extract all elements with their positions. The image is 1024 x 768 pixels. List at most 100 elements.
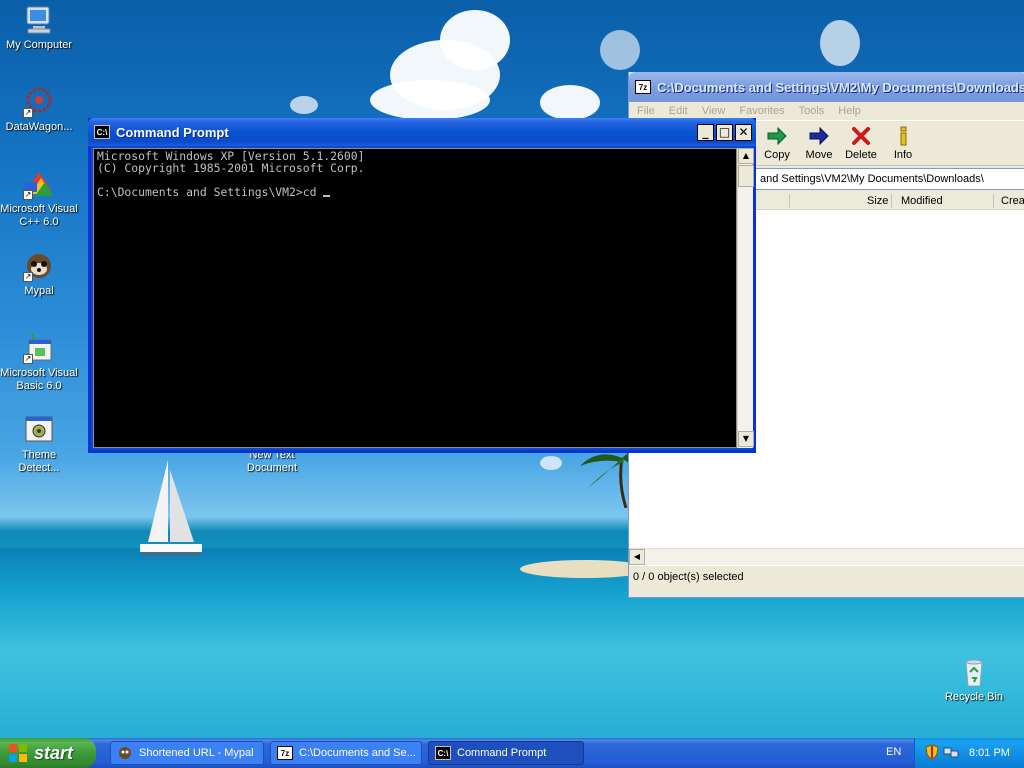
minimize-button[interactable]: _ [697,123,714,141]
computer-icon [23,4,55,36]
column-created[interactable]: Crea [1001,195,1024,207]
cloud [290,96,318,114]
visual-cpp-icon: ↗ [23,168,55,200]
desktop-icon-visual-basic[interactable]: ↗ Microsoft Visual Basic 6.0 [0,332,78,393]
datawagon-icon: ↗ [23,86,55,118]
shortcut-arrow-icon: ↗ [23,190,33,200]
desktop-icon-label: Recycle Bin [944,691,1004,703]
scroll-down-button[interactable]: ▼ [738,431,754,447]
status-bar: 0 / 0 object(s) selected [629,565,1024,587]
column-separator [891,194,892,208]
console-prompt-text: C:\Documents and Settings\VM2>cd [97,185,324,199]
command-prompt-titlebar[interactable]: C:\ Command Prompt _ □ ✕ [88,118,756,146]
text-cursor [323,195,331,197]
language-indicator[interactable]: EN [886,746,901,758]
menu-favorites[interactable]: Favorites [739,105,784,117]
column-modified[interactable]: Modified [901,195,943,207]
menu-file[interactable]: File [637,105,655,117]
desktop-icon-label: Microsoft Visual Basic 6.0 [0,367,78,392]
sevenzip-icon: 7z [635,80,651,94]
mypal-icon: ↗ [23,250,55,282]
scroll-left-button[interactable]: ◀ [629,549,645,565]
console-line: (C) Copyright 1985-2001 Microsoft Corp. [97,161,365,175]
console-line-prompt: C:\Documents and Settings\VM2>cd [97,186,736,198]
system-tray: 8:01 PM [914,738,1024,768]
desktop-icon-label: Mypal [24,285,54,297]
desktop-icon-my-computer[interactable]: My Computer [0,4,78,52]
column-separator [789,194,790,208]
window-controls: _ □ ✕ [697,123,756,141]
cloud [440,10,510,70]
desktop-icon-datawagon[interactable]: ↗ DataWagon... [0,86,78,134]
task-command-prompt[interactable]: C:\ Command Prompt [428,741,584,765]
info-label: Info [893,149,913,161]
task-mypal[interactable]: Shortened URL - Mypal [110,741,264,765]
task-file-manager[interactable]: 7z C:\Documents and Se... [270,741,422,765]
vertical-scrollbar[interactable]: ▲ ▼ [737,148,754,448]
start-label: start [34,742,74,763]
column-separator [993,194,994,208]
scroll-thumb[interactable] [738,165,754,187]
security-shield-icon[interactable] [925,743,939,763]
horizontal-scrollbar[interactable]: ◀ [629,548,1024,565]
info-icon [892,125,914,147]
network-icon[interactable] [943,744,959,763]
theme-detect-icon [23,414,55,446]
scroll-up-button[interactable]: ▲ [738,148,754,164]
desktop-icon-label: Microsoft Visual C++ 6.0 [0,203,78,228]
sevenzip-task-icon: 7z [277,746,293,760]
delete-x-icon [850,125,872,147]
cloud [370,80,490,120]
desktop-icon-theme-detect[interactable]: Theme Detect... [0,414,78,475]
desktop-icon-mypal[interactable]: ↗ Mypal [0,250,78,298]
copy-arrow-icon [766,125,788,147]
shortcut-arrow-icon: ↗ [23,354,33,364]
windows-flag-icon [8,743,28,763]
cloud [540,456,562,470]
menu-tools[interactable]: Tools [799,105,825,117]
desktop-icon-visual-cpp[interactable]: ↗ Microsoft Visual C++ 6.0 [0,168,78,229]
info-button[interactable]: Info [883,125,923,161]
cloud [600,30,640,70]
move-button[interactable]: Move [799,125,839,161]
desktop-icon-label: My Computer [5,39,73,51]
delete-button[interactable]: Delete [841,125,881,161]
console-text: Microsoft Windows XP [Version 5.1.2600](… [94,149,736,198]
cloud [820,20,860,66]
copy-label: Copy [764,149,790,161]
taskbar: start Shortened URL - Mypal 7z C:\Docume… [0,738,1024,768]
file-manager-titlebar[interactable]: 7z C:\Documents and Settings\VM2\My Docu… [629,72,1024,102]
command-prompt-title: Command Prompt [116,124,229,140]
desktop-icon-label: DataWagon... [5,121,73,133]
menu-view[interactable]: View [702,105,726,117]
status-text: 0 / 0 object(s) selected [633,571,744,583]
command-prompt-window: C:\ Command Prompt _ □ ✕ Microsoft Windo… [88,118,756,453]
clock[interactable]: 8:01 PM [969,747,1010,759]
desktop-icon-label: Theme Detect... [18,449,60,474]
column-size[interactable]: Size [867,195,888,207]
move-label: Move [805,149,833,161]
maximize-button[interactable]: □ [716,123,733,141]
console-icon: C:\ [94,125,110,139]
console-task-icon: C:\ [435,746,451,760]
task-label: C:\Documents and Se... [299,747,416,759]
recycle-bin-icon [958,656,990,688]
palm-tree [580,448,630,508]
close-button[interactable]: ✕ [735,123,752,141]
menu-edit[interactable]: Edit [669,105,688,117]
task-label: Shortened URL - Mypal [139,747,254,759]
file-manager-title: C:\Documents and Settings\VM2\My Documen… [657,79,1024,95]
shortcut-arrow-icon: ↗ [23,108,33,118]
task-label: Command Prompt [457,747,547,759]
visual-basic-icon: ↗ [23,332,55,364]
menu-help[interactable]: Help [838,105,861,117]
cloud [540,85,600,120]
console-output[interactable]: Microsoft Windows XP [Version 5.1.2600](… [93,148,737,448]
shortcut-arrow-icon: ↗ [23,272,33,282]
mypal-task-icon [117,746,133,760]
sailboat [140,460,202,556]
delete-label: Delete [845,149,877,161]
copy-button[interactable]: Copy [757,125,797,161]
desktop-icon-recycle-bin[interactable]: Recycle Bin [935,656,1013,704]
start-button[interactable]: start [0,738,96,768]
